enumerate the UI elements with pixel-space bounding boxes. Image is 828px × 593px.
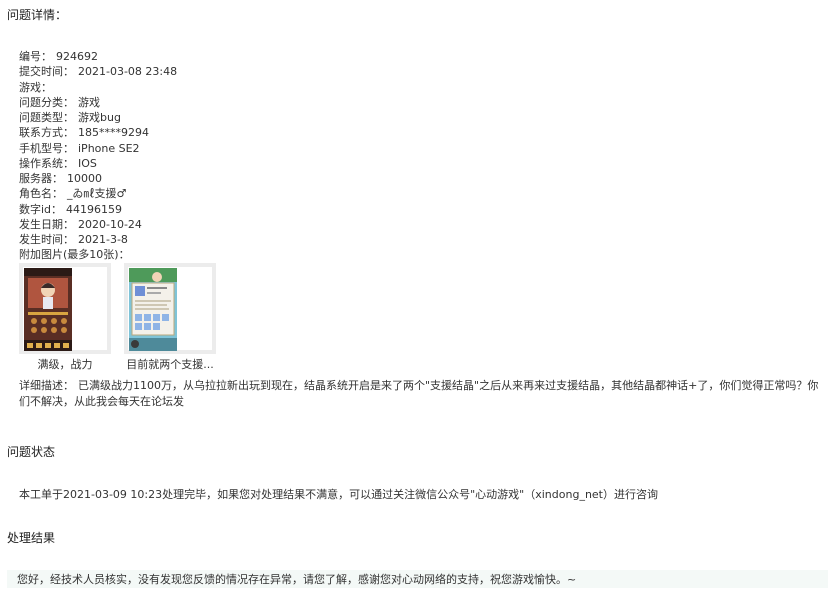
attachment-thumbnail[interactable] [19, 263, 111, 354]
status-text: 本工单于2021-03-09 10:23处理完毕，如果您对处理结果不满意，可以通… [19, 488, 658, 501]
attachments-gallery: 满级，战力 目前就两个支援... [19, 263, 239, 373]
field-category: 问题分类： 游戏 [19, 96, 100, 109]
attachment-caption: 满级，战力 [37, 358, 93, 371]
result-title: 处理结果 [7, 531, 56, 545]
field-contact: 联系方式： 185****9294 [19, 126, 149, 139]
description: 详细描述： 已满级战力1100万，从乌拉拉新出玩到现在，结晶系统开启是来了两个"支… [19, 378, 827, 410]
field-numeric-id: 数字id： 44196159 [19, 203, 123, 216]
status-title: 问题状态 [7, 445, 56, 459]
result-text: 您好，经技术人员核实，没有发现您反馈的情况存在异常，请您了解，感谢您对心动网络的… [17, 573, 577, 586]
field-game: 游戏： [19, 81, 52, 94]
game-screenshot-image [24, 268, 72, 351]
attachment-thumbnail[interactable] [124, 263, 216, 354]
field-submit-time: 提交时间： 2021-03-08 23:48 [19, 65, 178, 78]
field-role-name: 角色名： _ゐ㎖支援♂ [19, 187, 127, 200]
field-os: 操作系统： IOS [19, 157, 97, 170]
description-text: 已满级战力1100万，从乌拉拉新出玩到现在，结晶系统开启是来了两个"支援结晶"之… [19, 379, 819, 408]
game-screenshot-image [129, 268, 177, 351]
description-label: 详细描述： [19, 379, 74, 392]
field-time: 发生时间： 2021-3-8 [19, 233, 128, 246]
details-title: 问题详情： [7, 8, 68, 22]
field-phone-model: 手机型号： iPhone SE2 [19, 142, 140, 155]
result-box: 您好，经技术人员核实，没有发现您反馈的情况存在异常，请您了解，感谢您对心动网络的… [7, 570, 828, 588]
ticket-detail-page: 问题详情： 编号： 924692 提交时间： 2021-03-08 23:48 游戏… [0, 0, 828, 593]
field-server: 服务器： 10000 [19, 172, 102, 185]
attachments-label: 附加图片(最多10张)： [19, 248, 130, 261]
field-date: 发生日期： 2020-10-24 [19, 218, 142, 231]
field-id: 编号： 924692 [19, 50, 98, 63]
field-type: 问题类型： 游戏bug [19, 111, 121, 124]
attachment-caption: 目前就两个支援... [126, 358, 214, 371]
